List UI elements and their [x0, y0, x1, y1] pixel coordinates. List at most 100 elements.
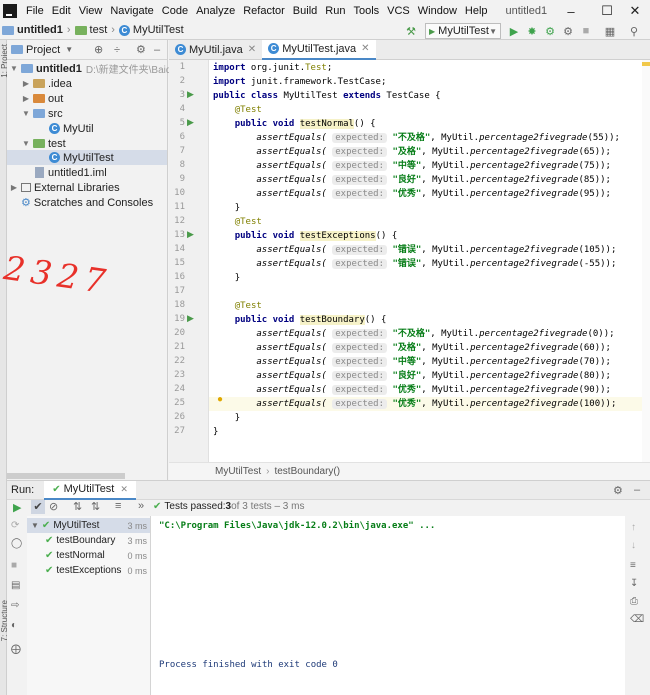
- close-window-icon[interactable]: ✕: [620, 1, 650, 21]
- code-line[interactable]: assertEquals( expected: "错误", MyUtil.per…: [213, 243, 616, 257]
- tab-myutil[interactable]: C MyUtil.java ✕: [169, 40, 262, 60]
- menu-analyze[interactable]: Analyze: [192, 5, 239, 17]
- code-breadcrumb-method[interactable]: testBoundary(): [274, 466, 340, 477]
- code-line[interactable]: }: [213, 425, 218, 439]
- menu-edit[interactable]: Edit: [48, 5, 75, 17]
- code-line[interactable]: @Test: [213, 299, 262, 313]
- tree-item-test[interactable]: ▼ test: [21, 136, 66, 151]
- code-editor[interactable]: import org.junit.Test; import junit.frame…: [209, 60, 642, 462]
- hide-panel-icon[interactable]: –: [154, 44, 160, 56]
- gear-icon[interactable]: ⚙: [136, 43, 146, 56]
- print-icon[interactable]: ⎙: [630, 596, 638, 607]
- menu-build[interactable]: Build: [289, 5, 321, 17]
- close-tab-icon[interactable]: ✕: [120, 484, 128, 495]
- menu-run[interactable]: Run: [321, 5, 349, 17]
- minimize-icon[interactable]: –: [556, 1, 586, 21]
- search-everywhere-icon[interactable]: ⚲: [627, 24, 641, 38]
- more-icon[interactable]: »: [138, 500, 144, 512]
- code-line[interactable]: }: [213, 201, 240, 215]
- menu-help[interactable]: Help: [461, 5, 492, 17]
- debug-icon[interactable]: ✸: [525, 24, 539, 38]
- test-suite-item[interactable]: ▼ ✔ MyUtilTest 3 ms: [27, 518, 150, 533]
- menu-refactor[interactable]: Refactor: [239, 5, 289, 17]
- chevron-down-icon[interactable]: ▼: [65, 45, 73, 54]
- code-line[interactable]: assertEquals( expected: "中等", MyUtil.per…: [213, 355, 611, 369]
- code-line[interactable]: public void testExceptions() {: [213, 229, 397, 243]
- layout-icon[interactable]: ▤: [11, 580, 20, 591]
- stop-icon[interactable]: ■: [579, 24, 593, 38]
- coverage-icon[interactable]: ⚙: [543, 24, 557, 38]
- expand-arrow-icon[interactable]: ▼: [21, 109, 31, 118]
- run-tab[interactable]: ✔ MyUtilTest ✕: [44, 480, 136, 500]
- code-line[interactable]: @Test: [213, 103, 262, 117]
- code-line[interactable]: assertEquals( expected: "良好", MyUtil.per…: [213, 369, 611, 383]
- show-passed-icon[interactable]: ✔: [31, 500, 45, 514]
- code-line[interactable]: import org.junit.Test;: [213, 61, 332, 75]
- locate-icon[interactable]: ⊕: [94, 43, 103, 56]
- expand-arrow-icon[interactable]: ▼: [31, 521, 39, 530]
- code-line[interactable]: assertEquals( expected: "错误", MyUtil.per…: [213, 257, 616, 271]
- sort-alpha-icon[interactable]: ⇅: [73, 500, 82, 513]
- code-line[interactable]: }: [213, 411, 240, 425]
- stop-icon[interactable]: ■: [11, 560, 17, 571]
- code-line[interactable]: public void testNormal() {: [213, 117, 376, 131]
- code-line[interactable]: assertEquals( expected: "优秀", MyUtil.per…: [213, 383, 611, 397]
- arrow-up-icon[interactable]: ↑: [631, 522, 636, 533]
- run-test-gutter-icon[interactable]: ▶: [187, 313, 194, 324]
- tree-item-external-libraries[interactable]: ▶ External Libraries: [9, 180, 120, 195]
- maximize-icon[interactable]: ☐: [592, 1, 622, 21]
- expand-arrow-icon[interactable]: ▶: [21, 94, 31, 103]
- toggle-auto-test-icon[interactable]: ◯: [11, 538, 22, 549]
- export-icon[interactable]: ⇨: [11, 600, 19, 611]
- code-line[interactable]: assertEquals( expected: "中等", MyUtil.per…: [213, 159, 611, 173]
- code-line[interactable]: @Test: [213, 215, 262, 229]
- run-test-gutter-icon[interactable]: ▶: [187, 117, 194, 128]
- horizontal-scrollbar[interactable]: [7, 473, 125, 479]
- history-icon[interactable]: ◐: [11, 620, 17, 631]
- menu-vcs[interactable]: VCS: [383, 5, 414, 17]
- close-tab-icon[interactable]: ✕: [248, 44, 256, 55]
- hide-panel-icon[interactable]: –: [634, 484, 640, 496]
- code-line[interactable]: assertEquals( expected: "优秀", MyUtil.per…: [213, 187, 611, 201]
- run-configuration-select[interactable]: ▶ MyUtilTest ▼: [425, 23, 501, 39]
- run-test-gutter-icon[interactable]: ▶: [187, 89, 194, 100]
- rerun-failed-icon[interactable]: ⟳: [11, 520, 19, 531]
- breadcrumb-project[interactable]: untitled1: [17, 24, 63, 36]
- code-line[interactable]: assertEquals( expected: "及格", MyUtil.per…: [213, 341, 611, 355]
- arrow-down-icon[interactable]: ↓: [631, 540, 636, 551]
- gear-icon[interactable]: ⚙: [613, 484, 623, 497]
- collapse-all-icon[interactable]: ÷: [114, 44, 120, 56]
- build-hammer-icon[interactable]: ⚒: [404, 24, 418, 38]
- tree-item-project-root[interactable]: ▼ untitled1 D:\新建文件夹\BaiduNe: [9, 61, 190, 77]
- project-panel-title[interactable]: Project: [26, 44, 60, 56]
- tree-item-iml[interactable]: untitled1.iml: [35, 165, 107, 180]
- expand-arrow-icon[interactable]: ▶: [21, 79, 31, 88]
- warning-marker[interactable]: [642, 62, 650, 66]
- expand-all-icon[interactable]: ≡: [115, 500, 121, 512]
- soft-wrap-icon[interactable]: ≡: [630, 560, 636, 571]
- tree-item-idea[interactable]: ▶ .idea: [21, 76, 72, 91]
- code-line[interactable]: assertEquals( expected: "不及格", MyUtil.pe…: [213, 131, 620, 145]
- run-test-gutter-icon[interactable]: ▶: [187, 229, 194, 240]
- expand-arrow-icon[interactable]: ▶: [9, 183, 19, 192]
- menu-window[interactable]: Window: [414, 5, 461, 17]
- code-line[interactable]: }: [213, 271, 240, 285]
- trash-icon[interactable]: ⌫: [630, 614, 644, 625]
- breadcrumb-class[interactable]: MyUtilTest: [133, 24, 184, 36]
- code-line[interactable]: public class MyUtilTest extends TestCase…: [213, 89, 441, 103]
- code-line[interactable]: assertEquals( expected: "及格", MyUtil.per…: [213, 145, 611, 159]
- code-line[interactable]: import junit.framework.TestCase;: [213, 75, 386, 89]
- show-ignored-icon[interactable]: ⊘: [49, 500, 58, 513]
- rerun-icon[interactable]: ▶: [13, 501, 21, 514]
- menu-tools[interactable]: Tools: [349, 5, 383, 17]
- project-structure-icon[interactable]: ▦: [603, 24, 617, 38]
- menu-view[interactable]: View: [75, 5, 107, 17]
- menu-file[interactable]: File: [22, 5, 48, 17]
- test-item[interactable]: ✔ testExceptions 0 ms: [45, 563, 150, 578]
- tree-item-src[interactable]: ▼ src: [21, 106, 63, 121]
- sort-duration-icon[interactable]: ⇅: [91, 500, 100, 513]
- code-line[interactable]: assertEquals( expected: "不及格", MyUtil.pe…: [213, 327, 615, 341]
- console-output[interactable]: "C:\Program Files\Java\jdk-12.0.2\bin\ja…: [151, 516, 625, 695]
- pin-icon[interactable]: ⨁: [11, 644, 21, 655]
- run-icon[interactable]: ▶: [507, 24, 521, 38]
